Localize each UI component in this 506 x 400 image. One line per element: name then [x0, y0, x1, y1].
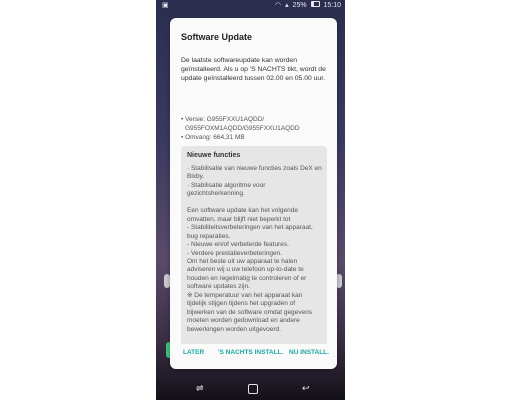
size-line: • Omvang: 664,31 MB — [181, 134, 245, 141]
notification-icon: ▣ — [162, 2, 169, 9]
install-now-button[interactable]: NU INSTALL. — [289, 349, 329, 356]
dialog-intro-text: De laatste softwareupdate kan worden geï… — [181, 57, 326, 82]
software-update-dialog: Software Update De laatste softwareupdat… — [170, 18, 337, 369]
later-button[interactable]: LATER — [183, 349, 204, 356]
clock: 15:10 — [323, 2, 341, 9]
release-notes-title: Nieuwe functies — [187, 152, 241, 159]
release-notes-panel[interactable]: Nieuwe functies · Stabilisatie van nieuw… — [181, 146, 327, 358]
version-line-1: • Versie: G955FXXU1AQDD/ — [181, 116, 265, 123]
status-right: ◠ ▴ 25% 15:10 — [273, 0, 341, 11]
navigation-bar: ⇌ ↩ — [156, 378, 345, 400]
update-info: • Versie: G955FXXU1AQDD/ G955FOXM1AQDD/G… — [181, 115, 333, 142]
release-notes-body: · Stabilisatie van nieuwe functies zoals… — [187, 165, 322, 333]
back-icon[interactable]: ↩ — [302, 382, 310, 394]
version-line-2: G955FOXM1AQDD/G955FXXU1AQDD — [185, 125, 300, 132]
install-tonight-button[interactable]: 'S NACHTS INSTALL. — [218, 349, 283, 356]
dialog-title: Software Update — [181, 32, 253, 42]
wifi-icon: ◠ — [275, 2, 282, 9]
dialog-buttons: LATER 'S NACHTS INSTALL. NU INSTALL. — [170, 344, 337, 362]
battery-level: 25% — [292, 2, 307, 9]
status-bar: ▣ ◠ ▴ 25% 15:10 — [156, 0, 345, 11]
signal-icon: ▴ — [285, 2, 289, 9]
battery-icon — [310, 1, 320, 8]
home-icon[interactable] — [248, 384, 258, 394]
recent-apps-icon[interactable]: ⇌ — [196, 382, 204, 394]
